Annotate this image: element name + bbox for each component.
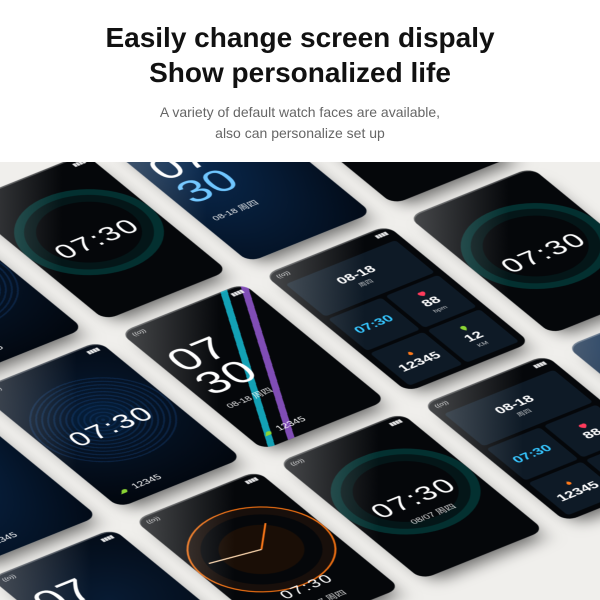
flame-icon [560, 479, 577, 489]
date: 08/07 周四 [257, 572, 389, 600]
time: 07:30 [342, 465, 487, 533]
sub-line-1: A variety of default watch faces are ava… [160, 104, 440, 120]
watchface-showcase: ((o))▮▮▮▮ 07:30 12345 ((o))▮▮▮▮ 07:30 12… [0, 162, 600, 600]
shoe-icon [256, 427, 278, 440]
steps: 12345 [256, 414, 309, 439]
date: 08-18 周四 [223, 386, 276, 411]
headline: Easily change screen dispaly Show person… [24, 20, 576, 90]
shoe-icon [112, 485, 134, 498]
steps: 12345 [112, 472, 165, 497]
headline-line-1: Easily change screen dispaly [105, 22, 494, 53]
date: 08/07 周四 [367, 486, 499, 543]
subheadline: A variety of default watch faces are ava… [24, 102, 576, 144]
heart-icon [575, 421, 592, 431]
watchface-grid: ((o))▮▮▮▮ 07:30 12345 ((o))▮▮▮▮ 07:30 12… [0, 162, 600, 600]
time: 07:30 [39, 393, 184, 461]
time: 07:30 [239, 557, 375, 600]
sub-line-2: also can personalize set up [215, 125, 385, 141]
minute-hand [208, 549, 261, 564]
hour-hand [260, 523, 266, 549]
headline-line-2: Show personalized life [149, 57, 451, 88]
header: Easily change screen dispaly Show person… [0, 0, 600, 162]
steps: 12345 [0, 530, 20, 555]
